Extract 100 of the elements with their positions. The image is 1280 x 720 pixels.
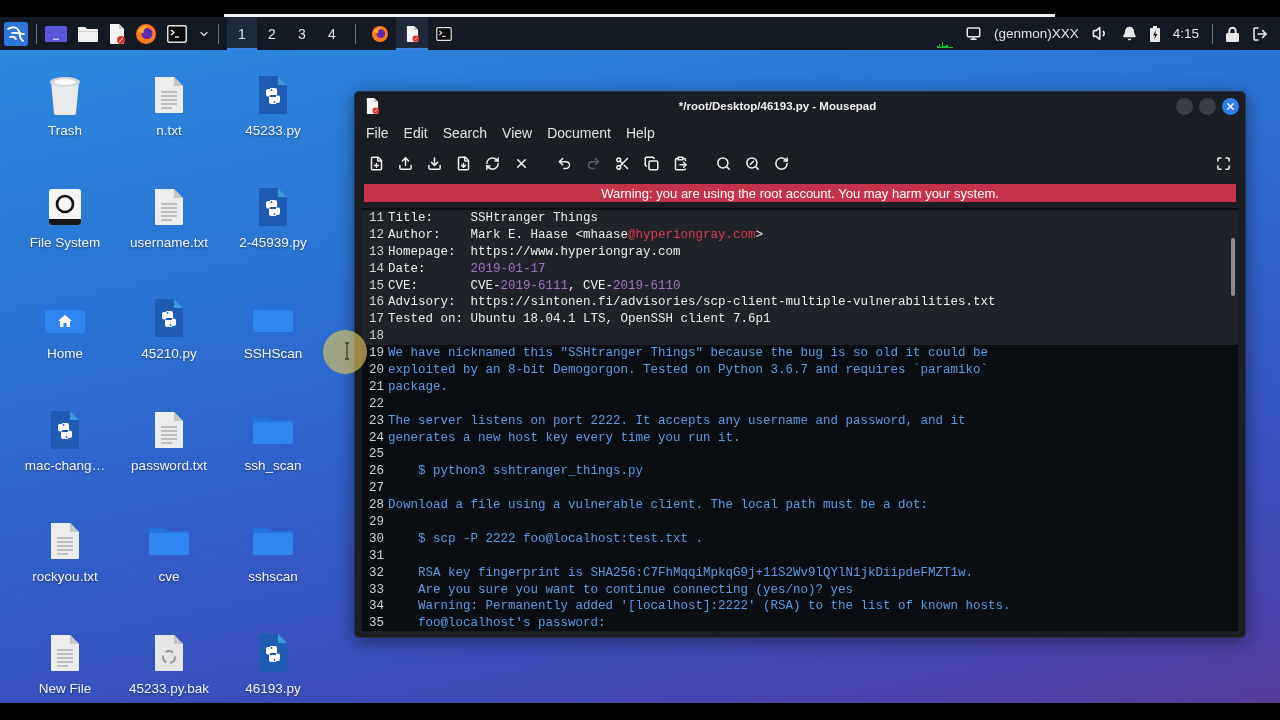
file-label[interactable]: 2-45939.py	[239, 234, 307, 251]
file-label[interactable]: ssh_scan	[244, 457, 302, 474]
copy-icon[interactable]	[644, 155, 659, 171]
fullscreen-icon[interactable]	[1216, 155, 1231, 171]
menu-item[interactable]: Document	[547, 125, 611, 141]
python-file-icon[interactable]	[258, 187, 288, 226]
monitor-icon[interactable]	[965, 26, 981, 41]
line-number: 29	[368, 514, 384, 531]
menu-item[interactable]: File	[366, 125, 389, 141]
desktop-screen-icon[interactable]	[45, 25, 67, 42]
close-button[interactable]	[1222, 97, 1239, 115]
menu-item[interactable]: Edit	[403, 125, 428, 141]
line-number: 26	[368, 463, 384, 481]
line-number: 32	[368, 564, 384, 582]
text-file-icon[interactable]	[154, 188, 184, 225]
code-line: Are you sure you want to continue connecting (yes/no)? yes	[417, 581, 854, 599]
clipboard-icon[interactable]	[673, 155, 688, 171]
text-file-icon[interactable]	[154, 411, 184, 448]
workspace-button[interactable]: 3	[287, 17, 317, 50]
close-icon	[1225, 100, 1236, 112]
code-line: CVE: CVE-2019-6111, CVE-2019-6110	[388, 277, 681, 295]
line-number: 27	[368, 480, 384, 498]
lock-icon[interactable]	[1226, 25, 1239, 42]
file-label[interactable]: New File	[38, 680, 92, 697]
python-file-icon[interactable]	[258, 633, 288, 672]
code-line: package.	[388, 378, 448, 396]
file-label[interactable]: 45233.py.bak	[128, 680, 210, 697]
menu-item[interactable]: Help	[625, 125, 655, 141]
scissors-icon[interactable]	[615, 155, 630, 171]
download-icon[interactable]	[427, 155, 442, 171]
logout-icon[interactable]	[1252, 25, 1268, 42]
trash-can-icon[interactable]	[48, 75, 82, 115]
folder-icon[interactable]	[78, 25, 98, 42]
file-label[interactable]: File System	[29, 234, 101, 251]
line-number: 23	[368, 412, 384, 430]
clock-time[interactable]: 4:15	[1172, 26, 1199, 41]
task-button[interactable]	[396, 17, 428, 50]
file-label[interactable]: sshscan	[248, 569, 298, 586]
code-line: Author: Mark E. Haase <mhaase@hyperiongray.com>	[388, 226, 764, 244]
code-line: The server listens on port 2222. It accepts any username and password, and it	[388, 412, 966, 430]
text-file-icon[interactable]	[50, 634, 80, 671]
globe-icon[interactable]	[372, 25, 388, 42]
code-line: RSA key fingerprint is SHA256:C7FhMqqiMpkqG9j+11S2Wv9lQYlN1jkDiipdeFMZT1w.	[417, 564, 974, 582]
code-line: $ python3 sshtranger_things.py	[417, 463, 644, 481]
file-label[interactable]: 46193.py	[245, 680, 301, 697]
recycle-file-icon[interactable]	[154, 634, 184, 671]
line-number: 33	[368, 581, 384, 599]
scrollbar-thumb[interactable]	[1231, 238, 1235, 296]
code-line: generates a new host key every time you run it.	[388, 429, 741, 447]
text-editor[interactable]	[362, 208, 1238, 631]
workspace-button[interactable]: 2	[257, 17, 287, 50]
new-file-icon[interactable]	[369, 155, 384, 171]
file-label[interactable]: n.txt	[156, 123, 182, 139]
line-number: 22	[368, 395, 384, 413]
undo-icon[interactable]	[557, 155, 572, 171]
code-line: Homepage: https://www.hyperiongray.com	[388, 243, 681, 261]
menu-item[interactable]: Search	[442, 125, 488, 141]
workspace-button[interactable]: 1	[227, 17, 257, 50]
file-label[interactable]: Home	[47, 346, 83, 363]
python-file-icon[interactable]	[154, 299, 184, 338]
file-label[interactable]: 45233.py	[245, 123, 301, 139]
text-file-icon[interactable]	[50, 523, 80, 560]
workspace-button[interactable]: 4	[317, 17, 347, 50]
line-number: 35	[368, 615, 384, 631]
document-icon[interactable]	[405, 25, 419, 42]
menu-item[interactable]: View	[502, 125, 533, 141]
file-label[interactable]: username.txt	[129, 234, 208, 251]
file-label[interactable]: password.txt	[131, 457, 207, 474]
file-label[interactable]: mac-chang…	[24, 457, 106, 474]
code-line: Title: SSHtranger Things	[388, 210, 599, 227]
line-number: 16	[368, 294, 384, 312]
refresh-icon[interactable]	[485, 155, 500, 171]
file-label[interactable]: rockyou.txt	[32, 569, 98, 586]
file-label[interactable]: 45210.py	[141, 346, 197, 363]
text-file-icon[interactable]	[154, 77, 184, 113]
line-number: 30	[368, 530, 384, 548]
line-number: 28	[368, 497, 384, 515]
search-icon[interactable]	[716, 155, 731, 171]
bell-icon[interactable]	[1121, 26, 1137, 41]
terminal-icon[interactable]	[167, 24, 187, 43]
battery-icon[interactable]	[1149, 25, 1160, 42]
dragon-logo-icon[interactable]	[4, 21, 28, 46]
file-label[interactable]: SSHScan	[243, 346, 303, 363]
python-file-icon[interactable]	[50, 410, 80, 449]
document-icon[interactable]	[109, 23, 125, 44]
line-number: 21	[368, 378, 384, 396]
globe-icon[interactable]	[136, 23, 156, 44]
drive-icon[interactable]	[48, 187, 82, 226]
rotate-arrow-icon[interactable]	[774, 155, 789, 171]
python-file-icon[interactable]	[258, 76, 288, 114]
line-number: 25	[368, 446, 384, 464]
search-slash-icon[interactable]	[745, 155, 760, 171]
code-line: Warning: Permanently added '[localhost]:2222' (RSA) to the list of known hosts.	[417, 598, 1011, 616]
home-folder-icon[interactable]	[45, 303, 85, 333]
terminal-icon[interactable]	[436, 26, 452, 41]
file-download-icon[interactable]	[456, 155, 471, 171]
file-label[interactable]: cve	[158, 569, 180, 586]
file-label[interactable]: Trash	[48, 123, 82, 139]
upload-icon[interactable]	[398, 155, 413, 171]
line-number: 18	[368, 328, 384, 346]
